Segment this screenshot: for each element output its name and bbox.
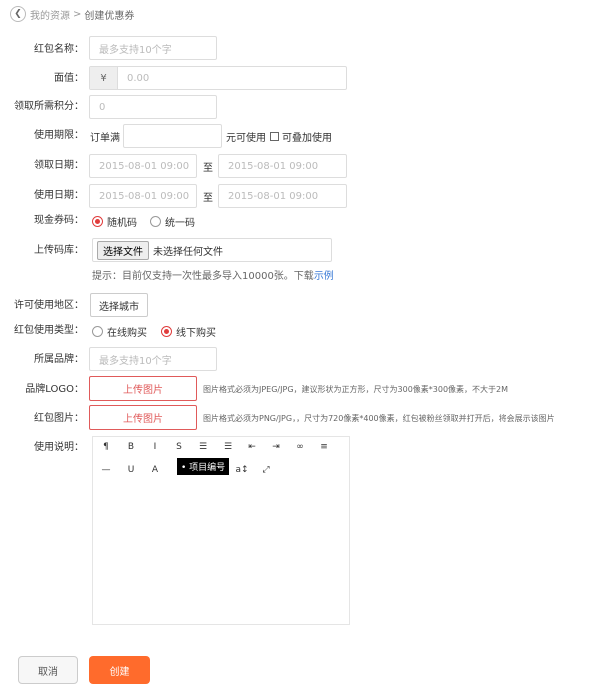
validity-label: 使用期限： [34, 130, 84, 141]
receive-date-to: 至 [203, 163, 213, 174]
face-value-placeholder: 0.00 [127, 72, 150, 84]
receive-date-start: 2015-08-01 09:00 [99, 160, 190, 172]
stack-checkbox[interactable] [270, 132, 279, 141]
use-date-end: 2015-08-01 09:00 [228, 190, 319, 202]
breadcrumb-separator: > [73, 8, 82, 20]
brand-logo-label: 品牌LOGO： [25, 384, 84, 395]
code-type-unified[interactable]: 统一码 [150, 214, 195, 229]
italic-icon[interactable]: I [146, 439, 164, 455]
currency-addon: ¥ [90, 67, 118, 89]
code-type-label: 现金券码： [34, 215, 84, 226]
paragraph-icon[interactable]: ¶ [97, 439, 115, 455]
coupon-image-hint: 图片格式必须为PNG/JPG，，尺寸为720像素*400像素，红包被粉丝领取并打… [203, 414, 555, 423]
breadcrumb-parent[interactable]: 我的资源 [30, 7, 70, 22]
brand-label: 所属品牌： [34, 354, 84, 365]
code-type-random[interactable]: 随机码 [92, 214, 137, 229]
editor-content-area[interactable] [93, 485, 349, 624]
description-editor[interactable]: ¶ B I S ☰ ☰ ⇤ ⇥ ∞ ≡ — U Aa↕ ⤢ • 项目编号 [92, 436, 350, 625]
chevron-left-icon[interactable]: ❮ [10, 6, 26, 22]
link-icon[interactable]: ∞ [291, 439, 309, 455]
receive-date-start-input[interactable]: 2015-08-01 09:00 [89, 154, 197, 178]
create-button[interactable]: 创建 [89, 656, 150, 684]
use-date-start-input[interactable]: 2015-08-01 09:00 [89, 184, 197, 208]
breadcrumb: ❮ 我的资源 > 创建优惠券 [10, 6, 134, 22]
receive-date-label: 领取日期： [34, 160, 84, 171]
choose-file-button[interactable]: 选择文件 [97, 240, 149, 260]
upload-coupon-image-button[interactable]: 上传图片 [89, 405, 197, 430]
upload-hint-text: 提示：目前仅支持一次性最多导入10000张。下载 [92, 271, 314, 282]
name-placeholder: 最多支持10个字 [99, 44, 172, 56]
points-label: 领取所需积分： [14, 101, 84, 112]
file-input[interactable]: 选择文件 未选择任何文件 [92, 238, 332, 262]
horizontal-rule-icon[interactable]: — [97, 462, 115, 478]
use-date-label: 使用日期： [34, 190, 84, 201]
stack-option[interactable]: 可叠加使用 [270, 129, 332, 144]
face-value-input[interactable]: ¥ 0.00 [89, 66, 347, 90]
upload-hint: 提示：目前仅支持一次性最多导入10000张。下载示例 [92, 267, 334, 282]
radio-offline[interactable] [161, 326, 172, 337]
upload-logo-button[interactable]: 上传图片 [89, 376, 197, 401]
breadcrumb-current: 创建优惠券 [84, 10, 135, 22]
brand-placeholder: 最多支持10个字 [99, 355, 172, 367]
code-type-random-label: 随机码 [107, 218, 137, 229]
region-label: 许可使用地区： [14, 300, 84, 311]
indent-icon[interactable]: ⇥ [267, 439, 285, 455]
stack-label: 可叠加使用 [282, 133, 332, 144]
validity-amount-input[interactable] [123, 124, 222, 148]
numbered-list-icon[interactable]: ☰ [219, 439, 237, 455]
fullscreen-icon[interactable]: ⤢ [257, 462, 275, 478]
font-color-icon[interactable]: A [146, 462, 164, 478]
brand-input[interactable]: 最多支持10个字 [89, 347, 217, 371]
receive-date-end: 2015-08-01 09:00 [228, 160, 319, 172]
no-file-text: 未选择任何文件 [153, 246, 223, 258]
purchase-online[interactable]: 在线购买 [92, 324, 147, 339]
bold-icon[interactable]: B [122, 439, 140, 455]
outdent-icon[interactable]: ⇤ [243, 439, 261, 455]
select-city-button[interactable]: 选择城市 [90, 293, 148, 317]
validity-prefix: 订单满 [90, 133, 120, 144]
radio-unified-code[interactable] [150, 216, 161, 227]
points-value: 0 [99, 101, 106, 113]
bulleted-list-icon[interactable]: ☰ [194, 439, 212, 455]
code-type-unified-label: 统一码 [165, 218, 195, 229]
face-value-label: 面值： [54, 73, 84, 84]
strikethrough-icon[interactable]: S [170, 439, 188, 455]
brand-logo-hint: 图片格式必须为JPEG/JPG，建议形状为正方形，尺寸为300像素*300像素，… [203, 385, 509, 394]
upload-lib-label: 上传码库： [34, 245, 84, 256]
use-date-end-input[interactable]: 2015-08-01 09:00 [218, 184, 347, 208]
use-date-start: 2015-08-01 09:00 [99, 190, 190, 202]
name-label: 红包名称： [34, 44, 84, 55]
purchase-online-label: 在线购买 [107, 328, 147, 339]
radio-online[interactable] [92, 326, 103, 337]
use-date-to: 至 [203, 193, 213, 204]
underline-icon[interactable]: U [122, 462, 140, 478]
validity-suffix: 元可使用 [226, 133, 266, 144]
description-label: 使用说明： [34, 442, 84, 453]
coupon-image-label: 红包图片： [34, 413, 84, 424]
cancel-button[interactable]: 取消 [18, 656, 78, 684]
purchase-offline-label: 线下购买 [176, 328, 216, 339]
radio-random-code[interactable] [92, 216, 103, 227]
toolbar-tooltip: • 项目编号 [177, 458, 230, 475]
name-input[interactable]: 最多支持10个字 [89, 36, 217, 60]
align-left-icon[interactable]: ≡ [315, 439, 333, 455]
points-input[interactable]: 0 [89, 95, 217, 119]
font-size-icon[interactable]: a↕ [233, 462, 251, 478]
download-sample-link[interactable]: 示例 [314, 271, 334, 282]
purchase-offline[interactable]: 线下购买 [161, 324, 216, 339]
purchase-type-label: 红包使用类型： [14, 325, 84, 336]
receive-date-end-input[interactable]: 2015-08-01 09:00 [218, 154, 347, 178]
